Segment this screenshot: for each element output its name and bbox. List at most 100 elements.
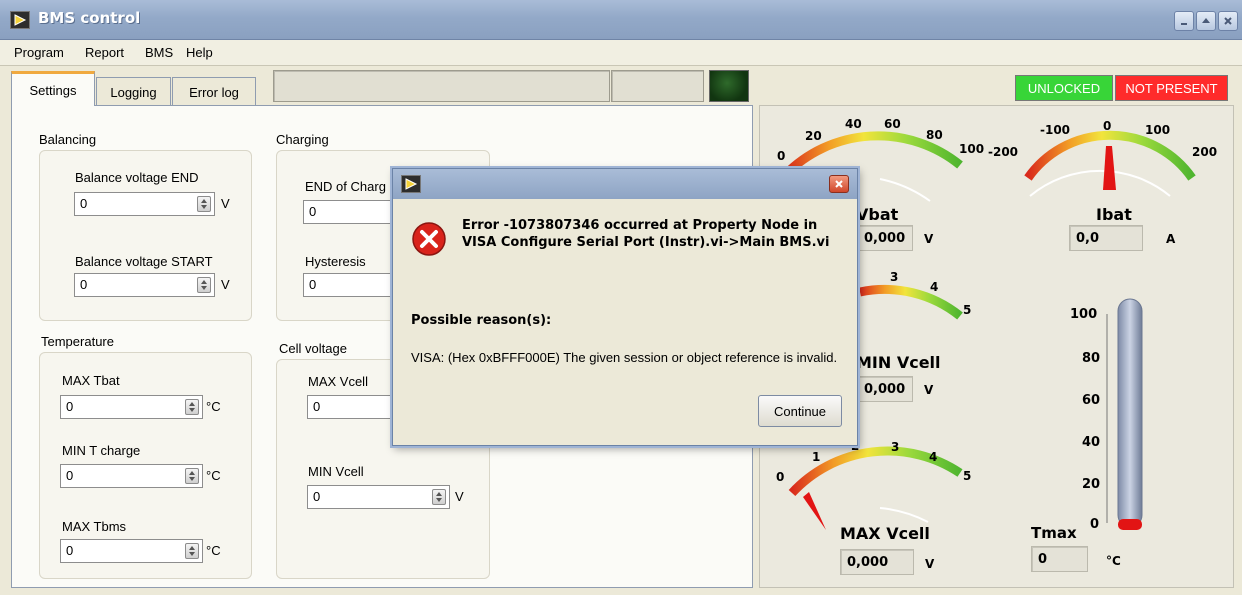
balance-start-unit: V xyxy=(221,277,230,292)
max-tbms-value: 0 xyxy=(66,543,74,558)
balance-end-spinner[interactable] xyxy=(197,196,211,212)
vbat-tick: 80 xyxy=(926,128,943,142)
min-vcell-value: 0 xyxy=(313,489,321,504)
labview-dialog-icon xyxy=(401,175,421,193)
max-vcell-label: MAX Vcell xyxy=(308,374,368,389)
close-button[interactable] xyxy=(1218,11,1238,31)
min-tcharge-input[interactable]: 0 xyxy=(60,464,203,488)
ibat-label: Ibat xyxy=(1096,205,1132,224)
window-title: BMS control xyxy=(38,9,141,27)
charging-label: Charging xyxy=(276,132,329,147)
tmax-indicator: 0 xyxy=(1031,546,1088,572)
tmax-label: Tmax xyxy=(1031,524,1077,542)
vbat-tick: 20 xyxy=(805,129,822,143)
max-vcell-gauge-value: 0,000 xyxy=(847,555,889,570)
temperature-label: Temperature xyxy=(41,334,114,349)
vbat-indicator: 0,000 xyxy=(857,225,913,251)
vbat-value: 0,000 xyxy=(864,231,906,246)
max-tbat-unit: °C xyxy=(206,399,221,414)
tmax-tick: 20 xyxy=(1082,477,1101,492)
tmax-tick: 40 xyxy=(1082,435,1101,450)
vbat-label: Vbat xyxy=(856,205,899,224)
max-tbat-label: MAX Tbat xyxy=(62,373,120,388)
max-tbat-input[interactable]: 0 xyxy=(60,395,203,419)
max-tbms-label: MAX Tbms xyxy=(62,519,127,534)
end-of-charge-label: END of Charg xyxy=(305,179,386,194)
cell-voltage-label: Cell voltage xyxy=(279,341,347,356)
max-tbms-input[interactable]: 0 xyxy=(60,539,203,563)
balance-start-label: Balance voltage START xyxy=(75,254,213,269)
tab-logging[interactable]: Logging xyxy=(96,77,171,107)
vbat-tick: 60 xyxy=(884,117,901,131)
not-present-indicator: NOT PRESENT xyxy=(1115,75,1228,101)
min-vcell-gauge-unit: V xyxy=(924,383,934,397)
balance-end-unit: V xyxy=(221,196,230,211)
menu-bms[interactable]: BMS xyxy=(145,45,173,60)
hysteresis-input[interactable]: 0 xyxy=(303,273,403,297)
max-vcell-value: 0 xyxy=(313,399,321,414)
max-vcell-gauge-bezel xyxy=(879,507,929,523)
thermometer-bulb xyxy=(1118,519,1142,530)
balance-end-input[interactable]: 0 xyxy=(74,192,215,216)
vbat-gauge-bezel xyxy=(879,178,931,202)
max-vcell-tick: 5 xyxy=(963,469,972,483)
vbat-tick: 0 xyxy=(777,149,786,163)
min-tcharge-value: 0 xyxy=(66,468,74,483)
menu-program[interactable]: Program xyxy=(14,45,64,60)
min-vcell-label: MIN Vcell xyxy=(308,464,364,479)
min-vcell-input[interactable]: 0 xyxy=(307,485,450,509)
status-text-field xyxy=(273,70,610,102)
max-vcell-input[interactable]: 0 xyxy=(307,395,403,419)
ibat-needle xyxy=(1103,146,1116,190)
tab-error-log[interactable]: Error log xyxy=(172,77,256,107)
menu-help[interactable]: Help xyxy=(186,45,213,60)
vbat-tick: 100 xyxy=(959,142,985,156)
min-vcell-spinner[interactable] xyxy=(432,489,446,505)
error-message: Error -1073807346 occurred at Property N… xyxy=(462,218,830,250)
dialog-close-button[interactable] xyxy=(829,175,849,193)
tmax-tick: 80 xyxy=(1082,351,1101,366)
status-text-field-2 xyxy=(611,70,704,102)
maximize-button[interactable] xyxy=(1196,11,1216,31)
max-vcell-indicator: 0,000 xyxy=(840,549,914,575)
ibat-tick: 0 xyxy=(1103,119,1112,133)
title-bar: BMS control xyxy=(0,0,1242,40)
error-dialog: Error -1073807346 occurred at Property N… xyxy=(392,168,858,446)
menu-report[interactable]: Report xyxy=(85,45,124,60)
min-vcell-unit: V xyxy=(455,489,464,504)
end-of-charge-value: 0 xyxy=(309,204,317,219)
max-tbat-spinner[interactable] xyxy=(185,399,199,415)
min-vcell-gauge-label: MIN Vcell xyxy=(856,353,941,372)
vbat-tick: 40 xyxy=(845,117,862,131)
max-vcell-gauge-label: MAX Vcell xyxy=(840,524,930,543)
thermometer-tube xyxy=(1117,298,1143,528)
unlocked-indicator: UNLOCKED xyxy=(1015,75,1113,101)
min-tcharge-spinner[interactable] xyxy=(185,468,199,484)
max-tbms-spinner[interactable] xyxy=(185,543,199,559)
max-tbms-unit: °C xyxy=(206,543,221,558)
menu-bar: Program Report BMS Help xyxy=(0,40,1242,66)
ibat-tick: 200 xyxy=(1192,145,1218,159)
status-led xyxy=(709,70,749,102)
close-icon xyxy=(835,180,843,188)
balance-end-value: 0 xyxy=(80,196,88,211)
tmax-tick: 100 xyxy=(1070,307,1098,322)
balance-start-input[interactable]: 0 xyxy=(74,273,215,297)
hysteresis-value: 0 xyxy=(309,277,317,292)
balance-start-spinner[interactable] xyxy=(197,277,211,293)
max-vcell-needle xyxy=(803,492,826,530)
tab-settings[interactable]: Settings xyxy=(11,71,95,106)
max-tbat-value: 0 xyxy=(66,399,74,414)
dialog-title-bar xyxy=(393,169,857,199)
min-vcell-gauge-arc xyxy=(859,284,963,320)
minimize-button[interactable] xyxy=(1174,11,1194,31)
end-of-charge-input[interactable]: 0 xyxy=(303,200,403,224)
ibat-unit: A xyxy=(1166,232,1176,246)
continue-button[interactable]: Continue xyxy=(758,395,842,427)
ibat-indicator: 0,0 xyxy=(1069,225,1143,251)
ibat-tick: -200 xyxy=(988,145,1019,159)
labview-app-icon xyxy=(10,11,30,29)
close-icon xyxy=(1224,17,1232,25)
min-vcell-tick: 5 xyxy=(963,303,972,317)
balance-end-label: Balance voltage END xyxy=(75,170,199,185)
